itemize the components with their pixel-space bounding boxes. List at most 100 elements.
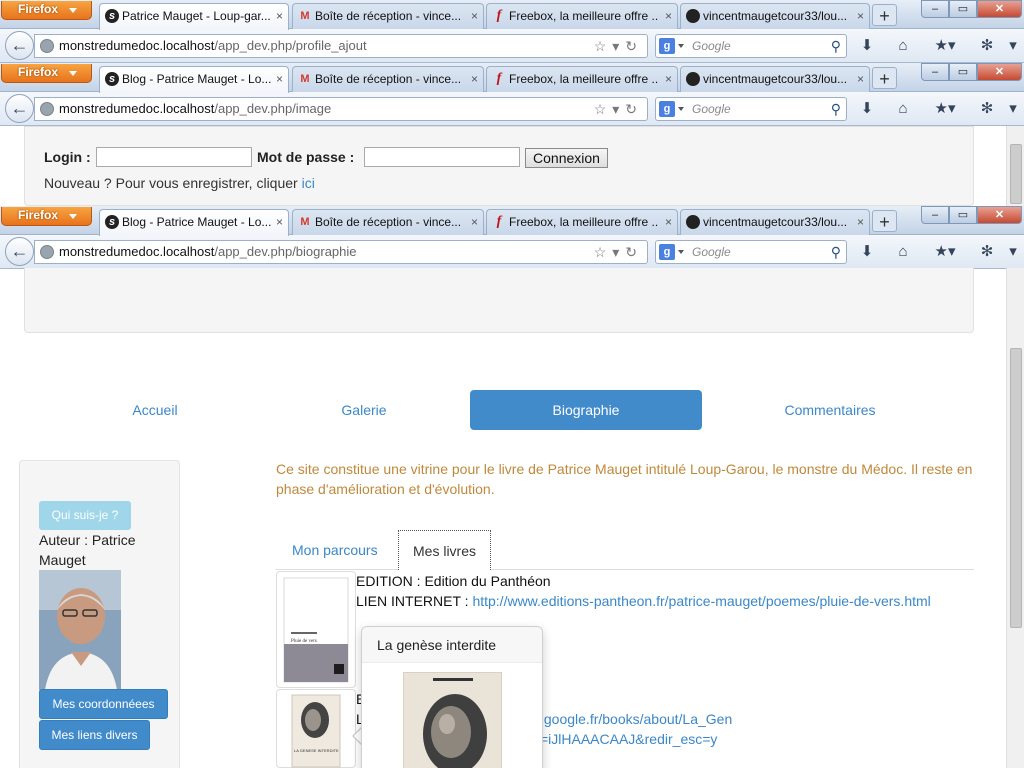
nav-galerie[interactable]: Galerie <box>290 390 438 430</box>
bookmarks-menu-icon[interactable]: ★▾ <box>930 99 960 119</box>
symfony-icon: s <box>105 72 119 86</box>
maximize-button[interactable]: ▭ <box>949 206 977 224</box>
url-bar[interactable]: monstredumedoc.localhost/app_dev.php/pro… <box>34 34 648 58</box>
tab-github[interactable]: vincentmaugetcour33/lou... × <box>680 66 870 92</box>
close-icon[interactable]: × <box>665 4 672 28</box>
nav-commentaires[interactable]: Commentaires <box>752 390 908 430</box>
book-link-line: LIEN INTERNET : http://www.editions-pant… <box>356 593 931 609</box>
search-icon[interactable]: ⚲ <box>831 35 841 57</box>
download-icon[interactable]: ⬇ <box>856 99 878 119</box>
tab-patrice-mauget[interactable]: s Patrice Mauget - Loup-gar... × <box>99 3 289 30</box>
password-input[interactable] <box>364 147 520 167</box>
minimize-button[interactable]: – <box>921 206 949 224</box>
book-cover-thumbnail[interactable]: LA GENESE INTERDITE <box>276 689 356 768</box>
tab-freebox[interactable]: f Freebox, la meilleure offre ... × <box>486 66 678 92</box>
url-bar[interactable]: monstredumedoc.localhost/app_dev.php/bio… <box>34 240 648 264</box>
window-close-button[interactable]: ✕ <box>977 63 1022 81</box>
minimize-button[interactable]: – <box>921 0 949 18</box>
scrollbar-thumb[interactable] <box>1010 144 1022 204</box>
book-cover-thumbnail[interactable]: Pluie de vers <box>276 571 356 688</box>
nav-accueil[interactable]: Accueil <box>80 390 230 430</box>
back-button[interactable]: ← <box>5 237 34 266</box>
links-button[interactable]: Mes liens divers <box>39 720 150 750</box>
bookmark-star-icon[interactable]: ☆▾↻ <box>594 98 643 120</box>
tab-freebox[interactable]: f Freebox, la meilleure offre ... × <box>486 3 678 29</box>
maximize-button[interactable]: ▭ <box>949 0 977 18</box>
close-icon[interactable]: × <box>276 210 283 234</box>
globe-icon <box>40 102 54 116</box>
firefox-menu-button[interactable]: Firefox <box>1 1 92 20</box>
close-icon[interactable]: × <box>276 4 283 28</box>
back-button[interactable]: ← <box>5 31 34 60</box>
maximize-button[interactable]: ▭ <box>949 63 977 81</box>
nav-biographie[interactable]: Biographie <box>470 390 702 430</box>
new-tab-button[interactable]: + <box>872 67 897 89</box>
tab-gmail[interactable]: M Boîte de réception - vince... × <box>292 66 484 92</box>
close-icon[interactable]: × <box>471 4 478 28</box>
bookmarks-menu-icon[interactable]: ★▾ <box>930 242 960 262</box>
close-icon[interactable]: × <box>471 210 478 234</box>
close-icon[interactable]: × <box>471 67 478 91</box>
globe-icon <box>40 245 54 259</box>
tab-gmail[interactable]: M Boîte de réception - vince... × <box>292 3 484 29</box>
login-label: Login : <box>44 149 91 165</box>
chevron-down-icon[interactable] <box>678 107 684 111</box>
contact-button[interactable]: Mes coordonnéees <box>39 689 168 719</box>
book-link[interactable]: .google.fr/books/about/La_Gen <box>540 709 732 729</box>
bookmark-star-icon[interactable]: ☆▾↻ <box>594 35 643 57</box>
window-controls: – ▭ ✕ <box>921 0 1022 18</box>
scrollbar[interactable] <box>1006 126 1024 206</box>
window-close-button[interactable]: ✕ <box>977 0 1022 18</box>
chevron-down-icon[interactable]: ▾ <box>1004 242 1022 262</box>
close-icon[interactable]: × <box>857 4 864 28</box>
tab-mon-parcours[interactable]: Mon parcours <box>278 530 392 570</box>
search-icon[interactable]: ⚲ <box>831 98 841 120</box>
close-icon[interactable]: × <box>665 210 672 234</box>
firefox-menu-button[interactable]: Firefox <box>1 64 92 83</box>
search-input[interactable]: g Google ⚲ <box>655 97 847 121</box>
url-bar[interactable]: monstredumedoc.localhost/app_dev.php/ima… <box>34 97 648 121</box>
chevron-down-icon[interactable]: ▾ <box>1004 99 1022 119</box>
who-am-i-button[interactable]: Qui suis-je ? <box>39 501 131 530</box>
tab-blog[interactable]: s Blog - Patrice Mauget - Lo... × <box>99 209 289 236</box>
addon-icon[interactable]: ✻ <box>976 99 998 119</box>
addon-icon[interactable]: ✻ <box>976 242 998 262</box>
search-input[interactable]: g Google ⚲ <box>655 34 847 58</box>
tab-blog[interactable]: s Blog - Patrice Mauget - Lo... × <box>99 66 289 93</box>
bookmark-star-icon[interactable]: ☆▾↻ <box>594 241 643 263</box>
login-submit-button[interactable]: Connexion <box>525 148 608 168</box>
bookmarks-menu-icon[interactable]: ★▾ <box>930 36 960 56</box>
chevron-down-icon[interactable]: ▾ <box>1004 36 1022 56</box>
window-close-button[interactable]: ✕ <box>977 206 1022 224</box>
chevron-down-icon[interactable] <box>678 250 684 254</box>
search-input[interactable]: g Google ⚲ <box>655 240 847 264</box>
download-icon[interactable]: ⬇ <box>856 36 878 56</box>
book-link[interactable]: =iJlHAAACAAJ&redir_esc=y <box>540 729 717 749</box>
new-tab-button[interactable]: + <box>872 210 897 232</box>
tab-github[interactable]: vincentmaugetcour33/lou... × <box>680 3 870 29</box>
addon-icon[interactable]: ✻ <box>976 36 998 56</box>
home-icon[interactable]: ⌂ <box>892 99 914 119</box>
back-button[interactable]: ← <box>5 94 34 123</box>
minimize-button[interactable]: – <box>921 63 949 81</box>
chevron-down-icon[interactable] <box>678 44 684 48</box>
search-icon[interactable]: ⚲ <box>831 241 841 263</box>
scrollbar-thumb[interactable] <box>1010 348 1022 628</box>
tab-gmail[interactable]: M Boîte de réception - vince... × <box>292 209 484 235</box>
book-link[interactable]: http://www.editions-pantheon.fr/patrice-… <box>472 593 930 609</box>
home-icon[interactable]: ⌂ <box>892 36 914 56</box>
close-icon[interactable]: × <box>857 210 864 234</box>
tab-freebox[interactable]: f Freebox, la meilleure offre ... × <box>486 209 678 235</box>
tab-mes-livres[interactable]: Mes livres <box>398 530 491 570</box>
firefox-menu-button[interactable]: Firefox <box>1 207 92 226</box>
login-input[interactable] <box>96 147 252 167</box>
close-icon[interactable]: × <box>857 67 864 91</box>
home-icon[interactable]: ⌂ <box>892 242 914 262</box>
download-icon[interactable]: ⬇ <box>856 242 878 262</box>
scrollbar[interactable] <box>1006 268 1024 768</box>
signup-link[interactable]: ici <box>302 175 315 191</box>
close-icon[interactable]: × <box>276 67 283 91</box>
tab-github[interactable]: vincentmaugetcour33/lou... × <box>680 209 870 235</box>
new-tab-button[interactable]: + <box>872 4 897 26</box>
close-icon[interactable]: × <box>665 67 672 91</box>
